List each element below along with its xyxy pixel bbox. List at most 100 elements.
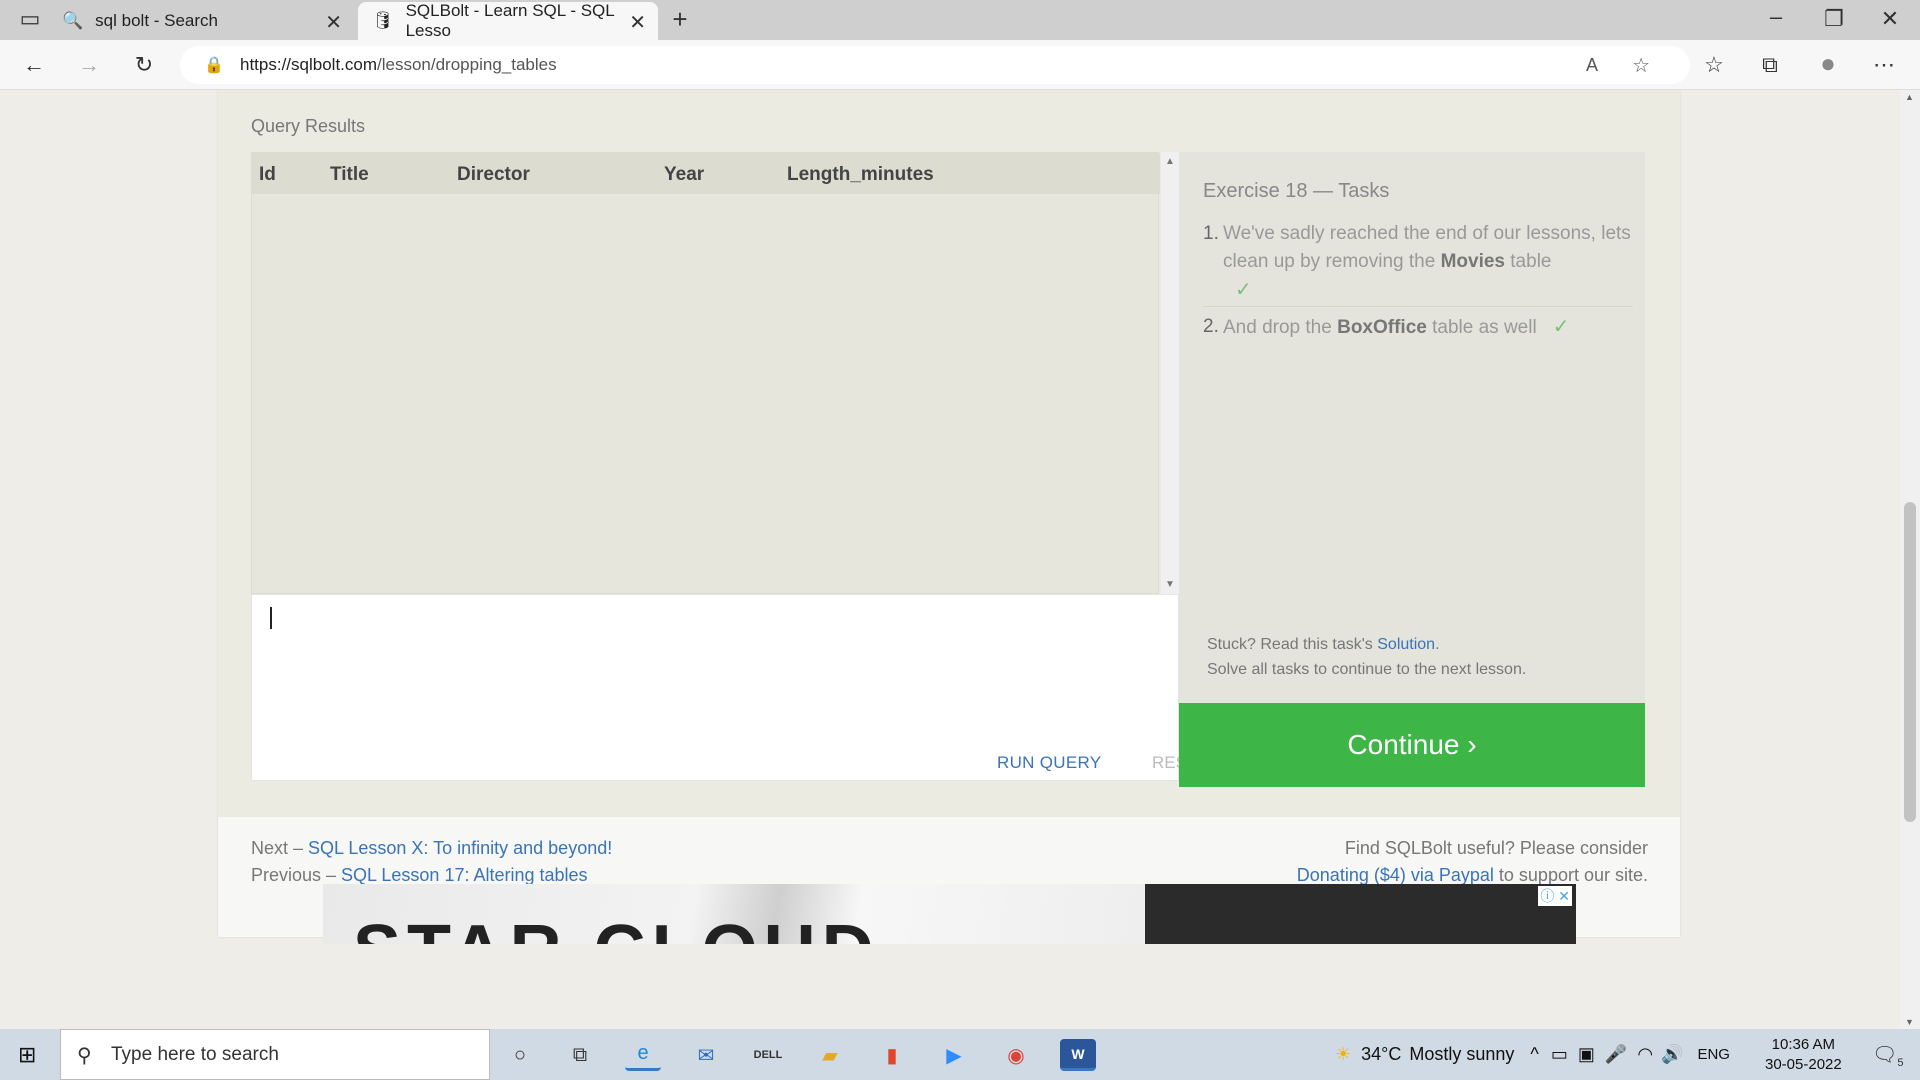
scroll-thumb[interactable]	[1904, 502, 1916, 822]
tab-strip: ▭ 🔍 sql bolt - Search ✕ 🛢 SQLBolt - Lear…	[0, 0, 1920, 40]
scroll-up-icon[interactable]: ▲	[1905, 92, 1914, 102]
stuck-hint: Stuck? Read this task's Solution. Solve …	[1207, 632, 1526, 682]
time: 10:36 AM	[1771, 1036, 1836, 1053]
notification-count: 5	[1897, 1057, 1904, 1069]
tab-title: SQLBolt - Learn SQL - SQL Lesso	[405, 1, 615, 40]
scroll-down-icon[interactable]: ▼	[1905, 1017, 1914, 1027]
stuck-end: .	[1435, 636, 1440, 653]
advertisement-banner[interactable]: STAR CLOUD ⓘ ✕	[323, 884, 1576, 1029]
camera-icon[interactable]: ▣	[1578, 1044, 1595, 1065]
dell-icon[interactable]: DELL	[750, 1039, 786, 1071]
language-indicator[interactable]: ENG	[1697, 1046, 1730, 1063]
results-scrollbar[interactable]: ▲ ▼	[1161, 152, 1179, 594]
add-favorite-icon[interactable]: ☆	[1632, 53, 1650, 78]
collections-icon[interactable]: ⧉	[1756, 52, 1784, 78]
file-explorer-icon[interactable]: ▰	[812, 1039, 848, 1071]
refresh-icon[interactable]: ↻	[130, 52, 158, 78]
zoom-icon[interactable]: ▶	[936, 1039, 972, 1071]
lesson-card: Query Results Id Title Director Year Len…	[218, 90, 1680, 937]
url-path: /lesson/dropping_tables	[377, 55, 557, 74]
close-tab-icon[interactable]: ✕	[629, 10, 646, 35]
show-hidden-icons[interactable]: ^	[1530, 1044, 1538, 1065]
database-icon: 🛢	[372, 11, 394, 30]
next-prefix: Next –	[251, 838, 309, 858]
stuck-text: Stuck? Read this task's	[1207, 636, 1378, 653]
close-tab-icon[interactable]: ✕	[325, 10, 342, 35]
ad-choices-icon[interactable]: ⓘ ✕	[1538, 886, 1572, 906]
microphone-icon[interactable]: 🎤	[1605, 1044, 1627, 1065]
task-text: And drop the	[1223, 317, 1338, 338]
more-menu-icon[interactable]: ⋯	[1870, 52, 1898, 78]
column-header: Title	[330, 164, 369, 185]
favorites-icon[interactable]: ☆	[1700, 52, 1728, 78]
solution-link[interactable]: Solution	[1377, 636, 1435, 653]
next-lesson-link[interactable]: SQL Lesson X: To infinity and beyond!	[308, 838, 612, 858]
previous-lesson-link[interactable]: SQL Lesson 17: Altering tables	[341, 865, 588, 885]
date: 30-05-2022	[1765, 1056, 1842, 1073]
donate-link[interactable]: Donating ($4) via Paypal	[1297, 865, 1494, 885]
column-header: Year	[664, 164, 705, 185]
word-icon[interactable]: W	[1060, 1039, 1096, 1071]
windows-start-icon[interactable]: ⊞	[18, 1042, 36, 1068]
tab-sqlbolt-lesson[interactable]: 🛢 SQLBolt - Learn SQL - SQL Lesso ✕	[358, 1, 658, 40]
search-placeholder: Type here to search	[111, 1043, 279, 1065]
minimize-icon[interactable]: –	[1762, 4, 1790, 30]
continue-button[interactable]: Continue ›	[1179, 703, 1645, 787]
ad-panel[interactable]: ⓘ ✕	[1145, 884, 1576, 944]
weather-temp[interactable]: 34°C	[1361, 1044, 1401, 1065]
donate-text: Find SQLBolt useful? Please consider	[1344, 838, 1648, 858]
query-results-label: Query Results	[251, 116, 366, 136]
column-header: Id	[259, 164, 276, 185]
wifi-icon[interactable]: ◠	[1637, 1044, 1653, 1065]
mail-icon[interactable]: ✉	[688, 1039, 724, 1071]
window-close-icon[interactable]: ✕	[1876, 6, 1904, 32]
back-icon[interactable]: ←	[20, 52, 48, 78]
results-header-row: Id Title Director Year Length_minutes	[252, 153, 1160, 194]
clock[interactable]: 10:36 AM 30-05-2022	[1765, 1035, 1842, 1075]
system-tray: ☀ 34°C Mostly sunny ^ ▭ ▣ 🎤 ◠ 🔊 ENG	[1335, 1029, 1730, 1080]
previous-prefix: Previous –	[251, 865, 342, 885]
url-host: https://sqlbolt.com	[240, 55, 378, 74]
restore-icon[interactable]: ❐	[1820, 6, 1848, 32]
battery-icon[interactable]: ▭	[1551, 1044, 1568, 1065]
column-header: Director	[457, 164, 530, 185]
chrome-icon[interactable]: ◉	[998, 1039, 1034, 1071]
run-query-button[interactable]: RUN QUERY	[997, 753, 1101, 773]
exercise-panel: Query Results Id Title Director Year Len…	[218, 90, 1680, 817]
task-table-name: Movies	[1440, 251, 1505, 272]
query-results-table: Id Title Director Year Length_minutes	[251, 152, 1160, 594]
url-field[interactable]: 🔒 https://sqlbolt.com/lesson/dropping_ta…	[180, 46, 1690, 84]
forward-icon[interactable]: →	[75, 52, 103, 78]
cortana-icon[interactable]: ○	[502, 1039, 538, 1071]
edge-icon[interactable]: e	[625, 1039, 661, 1071]
sql-editor[interactable]: RUN QUERY RESET	[251, 594, 1209, 781]
ad-image[interactable]: STAR CLOUD	[323, 884, 1145, 944]
page-scrollbar[interactable]: ▲ ▼	[1900, 90, 1920, 1029]
tab-sql-bolt-search[interactable]: 🔍 sql bolt - Search ✕	[62, 2, 354, 40]
task-number: 2.	[1203, 316, 1219, 337]
read-aloud-icon[interactable]: A	[1586, 55, 1598, 76]
solve-all-text: Solve all tasks to continue to the next …	[1207, 661, 1527, 678]
weather-desc[interactable]: Mostly sunny	[1409, 1044, 1514, 1065]
scroll-up-icon[interactable]: ▲	[1165, 156, 1175, 167]
task-item: 2. And drop the BoxOffice table as well ✓	[1203, 313, 1633, 342]
lesson-navigation: Next – SQL Lesson X: To infinity and bey…	[251, 835, 612, 889]
new-tab-icon[interactable]: +	[666, 4, 694, 35]
task-item: 1. We've sadly reached the end of our le…	[1203, 220, 1633, 307]
tab-actions-icon[interactable]: ▭	[16, 6, 44, 32]
address-bar: ← → ↻ 🔒 https://sqlbolt.com/lesson/dropp…	[0, 40, 1920, 90]
search-icon: 🔍	[62, 11, 84, 30]
task-text: We've sadly reached the end of our lesso…	[1223, 223, 1631, 272]
volume-icon[interactable]: 🔊	[1661, 1044, 1683, 1065]
taskbar-search-box[interactable]: ⚲ Type here to search	[60, 1029, 490, 1080]
text-cursor	[270, 607, 272, 629]
task-view-icon[interactable]: ⧉	[562, 1039, 598, 1071]
windows-taskbar: ⊞ ⚲ Type here to search ○ ⧉ e ✉ DELL ▰ ▮…	[0, 1029, 1920, 1080]
task-table-name: BoxOffice	[1337, 317, 1427, 338]
office-icon[interactable]: ▮	[874, 1039, 910, 1071]
weather-icon[interactable]: ☀	[1335, 1044, 1351, 1065]
profile-icon[interactable]: ●	[1814, 48, 1842, 79]
scroll-down-icon[interactable]: ▼	[1165, 579, 1175, 590]
donate-end: to support our site.	[1493, 865, 1648, 885]
notifications-icon[interactable]: 🗨5	[1872, 1042, 1904, 1069]
